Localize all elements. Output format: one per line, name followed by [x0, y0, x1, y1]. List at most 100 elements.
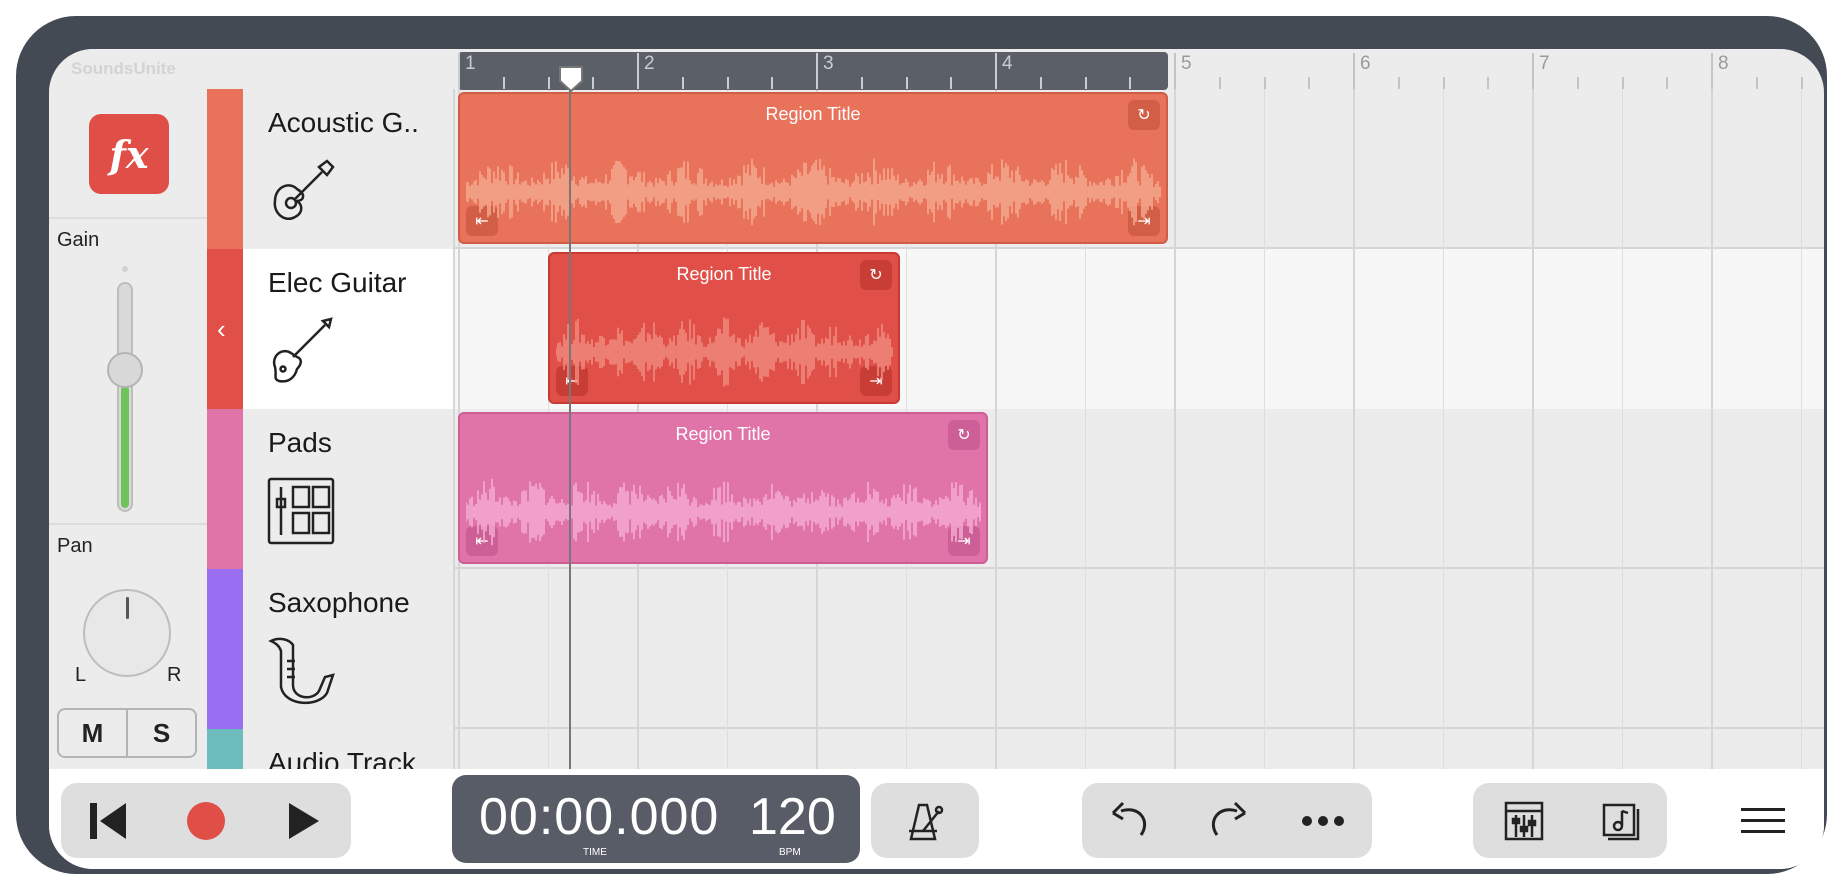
ruler-tick: [547, 77, 550, 89]
loop-region-icon[interactable]: ↻: [948, 420, 980, 450]
ruler-tick: [1666, 77, 1669, 89]
audio-region[interactable]: Region Title ↻ ⇤ ⇥: [458, 92, 1168, 244]
bar-number: 7: [1539, 53, 1550, 74]
bar-number: 1: [465, 53, 476, 74]
hamburger-menu-icon[interactable]: [1739, 783, 1787, 858]
pan-right-label: R: [167, 664, 182, 686]
grid-line: [1800, 89, 1802, 769]
track-lane[interactable]: [455, 569, 1824, 729]
ruler-tick: [1487, 77, 1490, 89]
gain-slider[interactable]: [117, 282, 133, 512]
solo-button[interactable]: S: [128, 710, 195, 756]
redo-icon[interactable]: [1202, 783, 1252, 858]
loop-region-icon[interactable]: ↻: [1128, 100, 1160, 130]
ruler-tick: [637, 53, 639, 89]
app-name: SoundsUnite: [71, 59, 176, 78]
drum-pads-icon: [267, 477, 335, 545]
track-header[interactable]: Saxophone: [243, 569, 455, 729]
acoustic-guitar-icon: [273, 159, 335, 220]
ruler-tick: [1397, 77, 1400, 89]
ruler-tick: [1711, 53, 1713, 89]
track-header[interactable]: Acoustic G..: [243, 89, 455, 249]
track-header[interactable]: Pads: [243, 409, 455, 569]
track-color-strip: [207, 569, 243, 729]
divider: [49, 217, 207, 219]
bpm-readout[interactable]: 120: [749, 787, 836, 847]
track-row: Pads: [207, 409, 1824, 569]
undo-icon[interactable]: [1106, 783, 1156, 858]
electric-guitar-icon: [272, 317, 333, 383]
region-title: Region Title: [676, 264, 772, 284]
time-label: TIME: [583, 847, 607, 858]
ruler-tick: [1576, 77, 1579, 89]
bar-number: 8: [1718, 53, 1729, 74]
ruler-tick: [681, 77, 684, 89]
bottom-toolbar: 00:00.000 TIME 120 BPM: [49, 769, 1824, 869]
audio-region[interactable]: Region Title ↻ ⇤ ⇥: [458, 412, 988, 564]
pan-knob[interactable]: [83, 589, 171, 677]
grid-line: [1442, 89, 1444, 769]
time-bpm-display[interactable]: 00:00.000 TIME 120 BPM: [452, 775, 860, 863]
bar-number: 6: [1360, 53, 1371, 74]
track-inspector: SoundsUnite fx Gain Pan L R M S: [49, 49, 207, 769]
ruler-tick: [502, 77, 505, 89]
saxophone-icon: [268, 637, 335, 705]
bar-number: 2: [644, 53, 655, 74]
app-screen: SoundsUnite fx Gain Pan L R M S Acoustic…: [49, 49, 1824, 869]
pan-label: Pan: [57, 535, 93, 557]
mixer-icon[interactable]: [1499, 783, 1549, 858]
gain-indicator-dot: [122, 266, 128, 272]
track-color-strip: [207, 409, 243, 569]
more-options-icon[interactable]: [1298, 783, 1348, 858]
track-name: Acoustic G..: [268, 107, 419, 138]
chevron-left-icon[interactable]: ‹: [217, 314, 226, 345]
mute-button[interactable]: M: [59, 710, 128, 756]
ruler-tick: [1800, 77, 1803, 89]
waveform: [556, 317, 893, 387]
ruler-tick: [1353, 53, 1355, 89]
play-icon[interactable]: [279, 783, 329, 858]
ruler-tick: [1755, 77, 1758, 89]
divider: [49, 523, 207, 525]
audio-region[interactable]: Region Title ↻ ⇤ ⇥: [548, 252, 900, 404]
ruler-tick: [1263, 77, 1266, 89]
gain-label: Gain: [57, 229, 100, 251]
gain-slider-thumb[interactable]: [107, 352, 143, 388]
grid-line: [1353, 89, 1355, 769]
track-color-strip: [207, 89, 243, 249]
transport-controls: [61, 783, 351, 858]
bar-number: 3: [823, 53, 834, 74]
ruler-tick: [860, 77, 863, 89]
metronome-icon: [900, 783, 950, 858]
waveform: [466, 478, 981, 546]
track-name: Saxophone: [268, 587, 410, 618]
ruler-tick: [1039, 77, 1042, 89]
track-name: Elec Guitar: [268, 267, 407, 298]
rewind-to-start-icon[interactable]: [83, 783, 133, 858]
device-frame: SoundsUnite fx Gain Pan L R M S Acoustic…: [16, 16, 1827, 874]
grid-line: [1263, 89, 1265, 769]
track-header[interactable]: Elec Guitar: [243, 249, 455, 409]
ruler-tick: [1218, 77, 1221, 89]
ruler-tick: [1084, 77, 1087, 89]
ruler-tick: [950, 77, 953, 89]
playhead-handle[interactable]: [558, 65, 584, 93]
loop-region-icon[interactable]: ↻: [860, 260, 892, 290]
ruler-tick: [1442, 77, 1445, 89]
gain-level-fill: [121, 385, 129, 508]
ruler-tick: [1174, 53, 1176, 89]
ruler-tick: [1621, 77, 1624, 89]
ruler-tick: [726, 77, 729, 89]
record-icon[interactable]: [181, 783, 231, 858]
ruler-tick: [771, 77, 774, 89]
metronome-button[interactable]: [871, 783, 979, 858]
fx-button[interactable]: fx: [89, 114, 169, 194]
grid-line: [1532, 89, 1534, 769]
library-icon[interactable]: [1595, 783, 1645, 858]
time-readout: 00:00.000: [479, 788, 720, 846]
grid-line: [1711, 89, 1713, 769]
bpm-label: BPM: [779, 847, 801, 858]
ruler-tick: [1129, 77, 1132, 89]
pan-left-label: L: [75, 664, 87, 686]
view-switcher: [1473, 783, 1667, 858]
